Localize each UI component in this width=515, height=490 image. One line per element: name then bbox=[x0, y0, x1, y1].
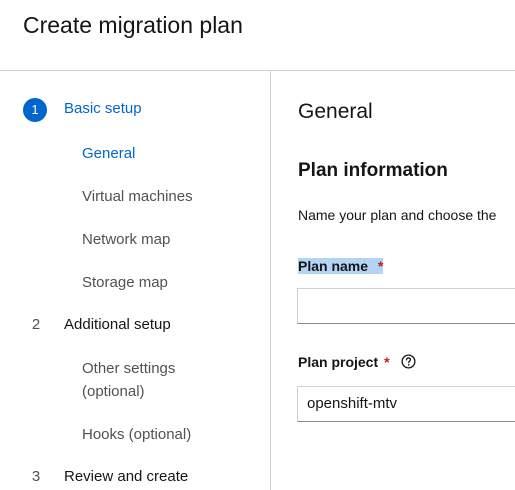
substep-network-map[interactable]: Network map bbox=[82, 228, 170, 251]
page-title: Create migration plan bbox=[23, 12, 243, 38]
substep-hooks[interactable]: Hooks (optional) bbox=[82, 423, 191, 446]
step-number-2: 2 bbox=[31, 316, 41, 333]
required-marker: * bbox=[377, 258, 384, 274]
substep-general[interactable]: General bbox=[82, 142, 135, 165]
required-marker: * bbox=[384, 354, 390, 370]
plan-project-select[interactable]: openshift-mtv bbox=[297, 386, 515, 422]
substep-other-settings[interactable]: Other settings (optional) bbox=[82, 357, 175, 403]
substep-virtual-machines[interactable]: Virtual machines bbox=[82, 185, 193, 208]
plan-name-label-text: Plan name bbox=[298, 258, 369, 274]
substep-storage-map[interactable]: Storage map bbox=[82, 271, 168, 294]
section-title: General bbox=[298, 100, 373, 123]
step-number-1: 1 bbox=[23, 98, 47, 122]
plan-name-label: Plan name * bbox=[298, 258, 384, 274]
plan-project-label-text: Plan project bbox=[298, 354, 379, 370]
step-additional-setup[interactable]: Additional setup bbox=[64, 316, 171, 333]
subsection-title: Plan information bbox=[298, 160, 448, 181]
step-number-3: 3 bbox=[31, 468, 41, 485]
plan-project-label: Plan project * bbox=[298, 354, 417, 372]
question-circle-icon[interactable] bbox=[401, 354, 417, 372]
header-divider bbox=[0, 70, 515, 71]
description-text: Name your plan and choose the bbox=[298, 207, 497, 223]
plan-name-input[interactable] bbox=[297, 288, 515, 324]
step-review-and-create[interactable]: Review and create bbox=[64, 468, 188, 485]
wizard-nav-divider bbox=[270, 71, 271, 490]
step-basic-setup[interactable]: Basic setup bbox=[64, 100, 142, 117]
plan-project-value: openshift-mtv bbox=[307, 395, 398, 412]
